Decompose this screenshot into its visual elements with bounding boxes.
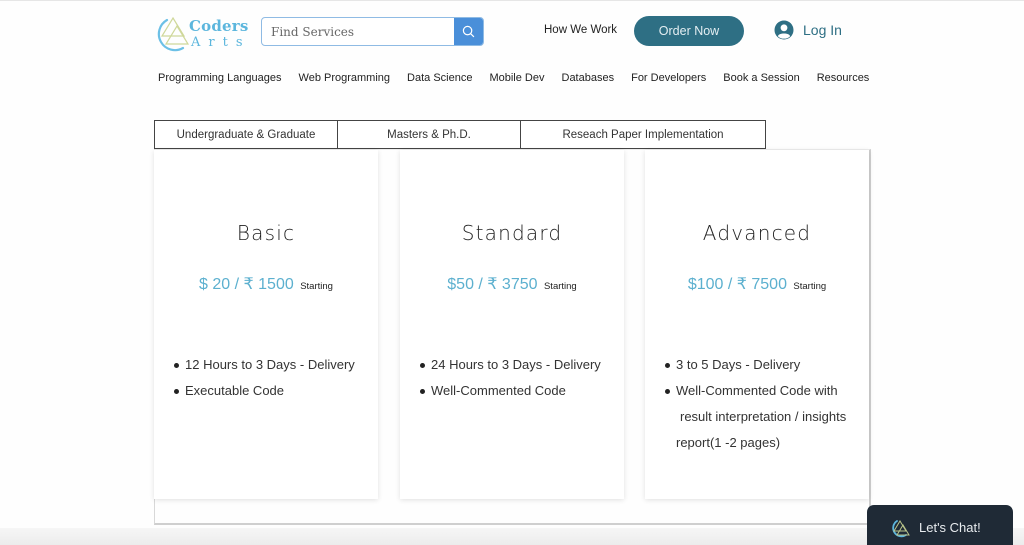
logo-text-arts: Arts	[191, 35, 251, 50]
plan-price: $ 20 / ₹ 1500 Starting	[154, 274, 378, 294]
nav-item-databases[interactable]: Databases	[562, 72, 615, 84]
nav-item-web-programming[interactable]: Web Programming	[299, 72, 391, 84]
tab-label: Undergraduate & Graduate	[176, 128, 316, 141]
plan-card-advanced: Advanced $100 / ₹ 7500 Starting 3 to 5 D…	[645, 150, 869, 499]
feature-item-continued: result interpretation / insights	[680, 409, 847, 424]
plan-price-suffix: Starting	[543, 281, 577, 292]
plan-features: 3 to 5 Days - Delivery Well-Commented Co…	[665, 352, 859, 456]
plan-tabs: Undergraduate & Graduate Masters & Ph.D.…	[154, 120, 766, 149]
order-now-button[interactable]: Order Now	[634, 16, 744, 46]
nav-item-resources[interactable]: Resources	[817, 72, 870, 84]
nav-item-mobile-dev[interactable]: Mobile Dev	[489, 72, 544, 84]
search-input[interactable]	[262, 18, 454, 45]
tab-research-paper-implementation[interactable]: Reseach Paper Implementation	[520, 120, 766, 149]
plan-price-suffix: Starting	[300, 281, 333, 292]
how-we-work-link[interactable]: How We Work	[544, 24, 617, 36]
nav-item-book-a-session[interactable]: Book a Session	[723, 72, 799, 84]
feature-item: Well-Commented Code with	[665, 378, 859, 404]
logo[interactable]: Coders Arts	[153, 14, 248, 52]
plan-price: $50 / ₹ 3750 Starting	[400, 274, 624, 294]
user-avatar-icon	[774, 20, 794, 40]
plan-price-amount: $100 / ₹ 7500	[687, 276, 787, 293]
nav-item-for-developers[interactable]: For Developers	[631, 72, 706, 84]
plan-price-amount: $50 / ₹ 3750	[447, 276, 538, 293]
tab-label: Masters & Ph.D.	[387, 128, 471, 141]
tab-undergraduate-graduate[interactable]: Undergraduate & Graduate	[154, 120, 338, 149]
chat-logo-icon	[892, 519, 910, 537]
plan-card-standard: Standard $50 / ₹ 3750 Starting 24 Hours …	[400, 150, 624, 499]
plan-title: Advanced	[702, 221, 812, 245]
feature-item: Well-Commented Code	[420, 378, 614, 404]
tab-label: Reseach Paper Implementation	[562, 128, 724, 141]
search-icon	[462, 25, 475, 38]
plan-title: Basic	[236, 221, 296, 245]
logo-text-coders: Coders	[189, 17, 249, 35]
feature-item-continued: report(1 -2 pages)	[676, 435, 781, 450]
order-now-label: Order Now	[658, 24, 720, 38]
login-button[interactable]: Log In	[774, 20, 842, 40]
feature-item: 3 to 5 Days - Delivery	[665, 352, 859, 378]
main-nav: Programming Languages Web Programming Da…	[158, 72, 886, 84]
plan-card-basic: Basic $ 20 / ₹ 1500 Starting 12 Hours to…	[154, 150, 378, 499]
feature-item: Executable Code	[174, 378, 368, 404]
plan-title: Standard	[461, 221, 563, 245]
plan-price-amount: $ 20 / ₹ 1500	[199, 276, 294, 293]
search-bar	[261, 17, 484, 46]
top-border	[0, 0, 1024, 1]
lets-chat-label: Let's Chat!	[919, 520, 981, 535]
triangle-logo-icon	[157, 16, 190, 52]
feature-item: 12 Hours to 3 Days - Delivery	[174, 352, 368, 378]
plan-price: $100 / ₹ 7500 Starting	[645, 274, 869, 294]
search-button[interactable]	[454, 18, 483, 45]
plan-features: 24 Hours to 3 Days - Delivery Well-Comme…	[420, 352, 614, 404]
nav-item-data-science[interactable]: Data Science	[407, 72, 472, 84]
login-label: Log In	[803, 22, 842, 38]
plan-price-suffix: Starting	[793, 281, 827, 292]
tab-masters-phd[interactable]: Masters & Ph.D.	[337, 120, 521, 149]
lets-chat-button[interactable]: Let's Chat!	[867, 505, 1013, 545]
feature-item: 24 Hours to 3 Days - Delivery	[420, 352, 614, 378]
plan-features: 12 Hours to 3 Days - Delivery Executable…	[174, 352, 368, 404]
nav-item-programming-languages[interactable]: Programming Languages	[158, 72, 282, 84]
